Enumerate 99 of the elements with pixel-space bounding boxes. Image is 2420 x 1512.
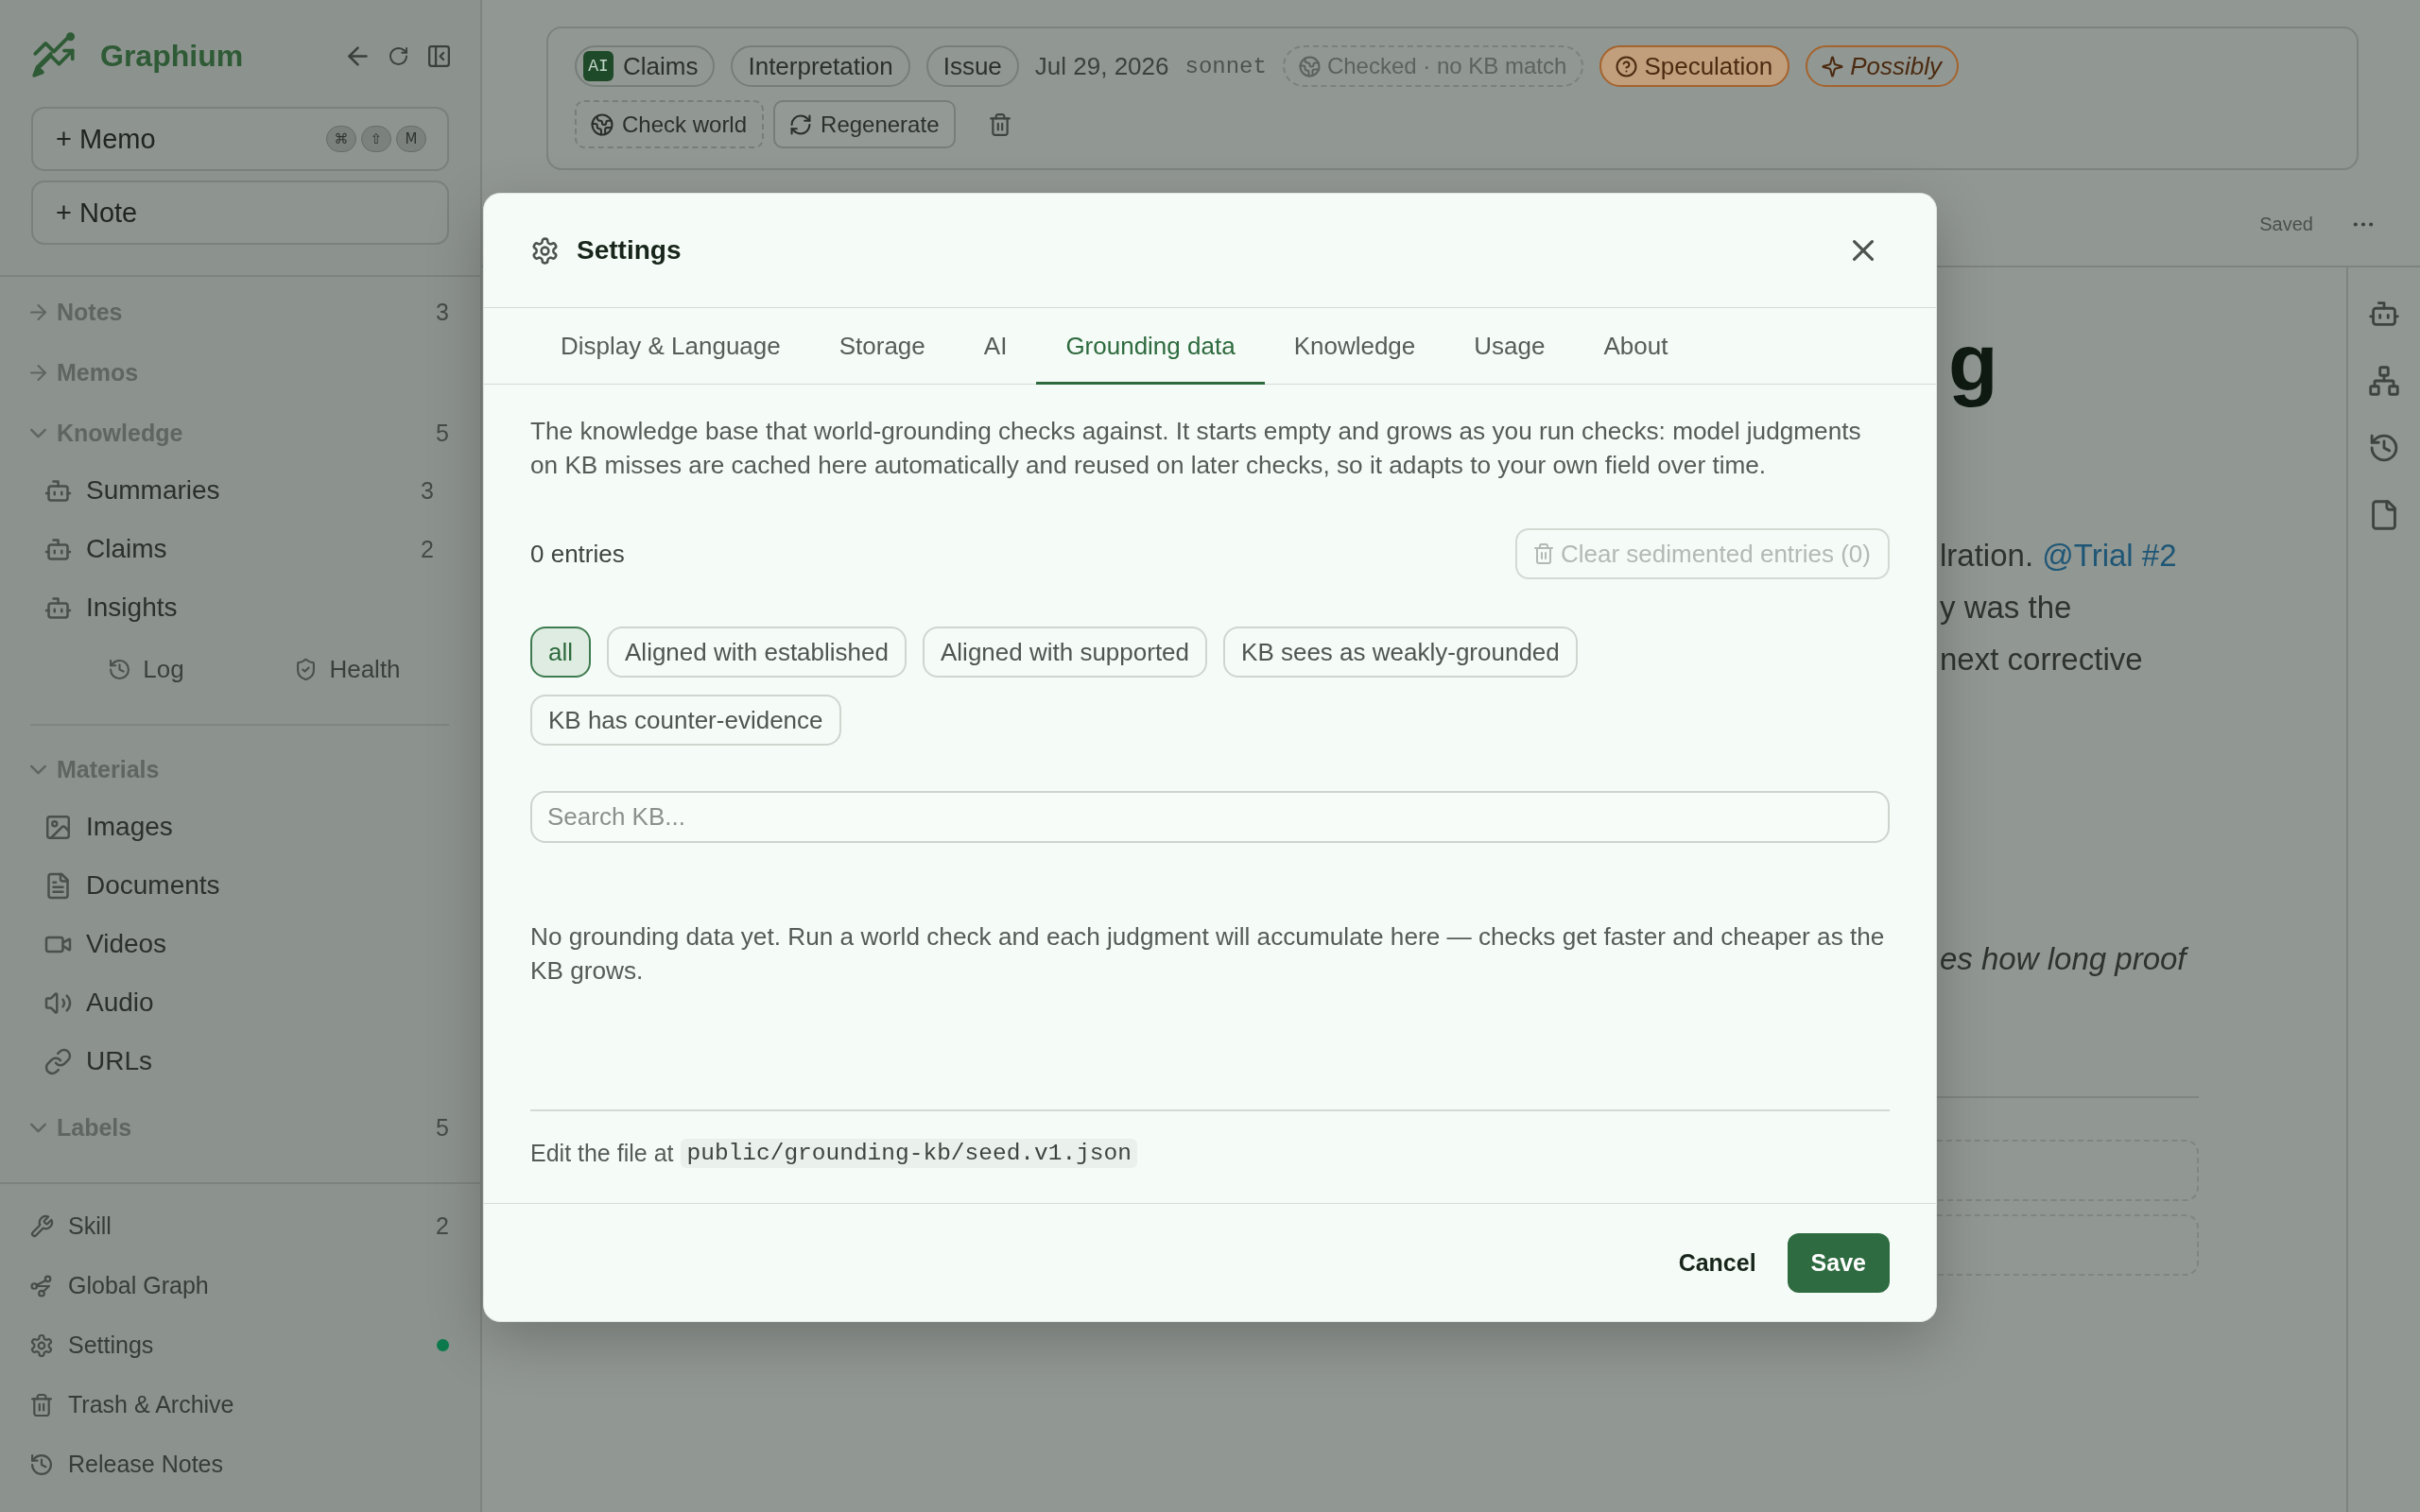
mention-link[interactable]: @Trial #2 xyxy=(2042,538,2177,573)
refresh-icon xyxy=(790,113,812,135)
nav-item[interactable]: Audio xyxy=(86,988,154,1018)
settings-tab[interactable]: Storage xyxy=(809,308,955,385)
check-world-button[interactable]: Check world xyxy=(575,100,765,148)
filter-chip[interactable]: Aligned with established xyxy=(607,627,907,678)
robot-icon xyxy=(46,595,70,620)
shield-check-icon xyxy=(296,659,317,679)
globe-icon xyxy=(592,113,613,135)
nav-item[interactable]: Documents xyxy=(86,870,220,901)
trash-icon[interactable] xyxy=(990,112,1011,136)
sparkle-icon xyxy=(1823,56,1843,77)
nav-item[interactable]: Images xyxy=(86,812,173,842)
filter-chip[interactable]: all xyxy=(530,627,591,678)
tag-chip[interactable]: Interpretation xyxy=(731,45,910,87)
nav-link[interactable]: Log xyxy=(143,654,184,684)
chip-label: Possibly xyxy=(1850,51,1943,81)
settings-tab[interactable]: Grounding data xyxy=(1036,308,1265,385)
trash-icon xyxy=(1533,543,1553,564)
search-field[interactable]: Search KB... xyxy=(530,791,1890,843)
empty-state-text: No grounding data yet. Run a world check and each judgment will accumulate here — checks get faster and cheaper as the KB grows. xyxy=(530,921,1886,987)
settings-tab[interactable]: Display & Language xyxy=(531,308,810,385)
settings-icon xyxy=(532,237,558,264)
history-icon xyxy=(110,659,130,679)
history-icon xyxy=(31,1453,52,1475)
globe-icon xyxy=(1299,56,1320,77)
arrow-right-icon[interactable] xyxy=(30,303,46,320)
settings-tab[interactable]: About xyxy=(1574,308,1698,385)
date-text: Jul 29, 2026 xyxy=(1034,51,1169,81)
nav-item[interactable]: Trash & Archive xyxy=(68,1391,234,1418)
paragraph-text: y was the xyxy=(1939,589,2073,627)
nodes-icon xyxy=(31,1275,52,1297)
shortcut-key: ⌘ xyxy=(326,126,356,152)
item-count: 3 xyxy=(421,476,434,505)
nav-link[interactable]: Health xyxy=(329,654,401,684)
settings-tab[interactable]: Usage xyxy=(1444,308,1575,385)
paragraph-text: next corrective xyxy=(1939,641,2144,679)
ai-badge: AI xyxy=(583,51,614,81)
logo-icon xyxy=(32,34,76,77)
nav-item[interactable]: Release Notes xyxy=(68,1451,223,1478)
speaker-icon xyxy=(46,990,70,1015)
chip-label: Speculation xyxy=(1644,51,1773,81)
file-icon[interactable] xyxy=(2370,501,2398,529)
description-text: The knowledge base that world-grounding checks against. It starts empty and grows as you run checks: model judgments on KB misses are cached here automatically and reused on later checks, so it adapts to your own field over time. xyxy=(530,416,1862,481)
hierarchy-icon[interactable] xyxy=(2370,367,2398,395)
item-count: 5 xyxy=(436,1113,449,1142)
settings-tab[interactable]: Knowledge xyxy=(1264,308,1445,385)
dialog-title: Settings xyxy=(577,235,682,266)
entry-count: 0 entries xyxy=(530,539,625,569)
shortcut-key: ⇧ xyxy=(361,126,391,152)
cancel-button[interactable]: Cancel xyxy=(1663,1232,1772,1293)
image-icon xyxy=(46,815,70,839)
nav-item[interactable]: Skill xyxy=(68,1212,112,1240)
paragraph-text: lration. @Trial #2 xyxy=(1939,537,2178,575)
nav-item[interactable]: Settings xyxy=(68,1332,154,1359)
wrench-icon xyxy=(31,1215,52,1237)
link-icon xyxy=(46,1049,70,1074)
nav-item[interactable]: Insights xyxy=(86,593,178,623)
create-button[interactable]: + Memo ⌘ ⇧ M xyxy=(31,107,449,171)
app-name: Graphium xyxy=(100,38,244,74)
question-circle-icon xyxy=(1616,56,1637,77)
more-options-icon[interactable] xyxy=(2351,221,2376,228)
note-heading: g xyxy=(1948,316,1999,409)
save-button[interactable]: Save xyxy=(1787,1232,1890,1293)
trash-icon xyxy=(31,1394,52,1416)
nav-item[interactable]: Summaries xyxy=(86,475,220,506)
settings-tab[interactable]: AI xyxy=(954,308,1037,385)
close-icon[interactable] xyxy=(1853,240,1874,261)
create-button[interactable]: + Note xyxy=(31,180,449,245)
item-count: 5 xyxy=(436,419,449,447)
paragraph-text: es how long proof xyxy=(1939,940,2189,978)
nav-item[interactable]: Claims xyxy=(86,534,167,564)
item-count: 2 xyxy=(436,1212,449,1240)
arrow-right-icon[interactable] xyxy=(30,364,46,381)
history-icon[interactable] xyxy=(2370,434,2398,462)
nav-item[interactable]: Videos xyxy=(86,929,167,959)
filter-chip[interactable]: KB has counter-evidence xyxy=(530,695,841,746)
robot-icon xyxy=(46,537,70,561)
regenerate-button[interactable]: Regenerate xyxy=(773,100,957,148)
shortcut-key: M xyxy=(396,126,426,152)
file-note-text: Edit the file at xyxy=(530,1139,674,1167)
tag-chip[interactable]: Issue xyxy=(925,45,1019,87)
refresh-icon[interactable] xyxy=(389,46,407,65)
settings-icon xyxy=(31,1334,52,1356)
category-chip[interactable]: AI Claims xyxy=(575,45,716,87)
chip-label: Claims xyxy=(623,51,699,81)
robot-icon[interactable] xyxy=(2370,300,2398,328)
nav-item[interactable]: URLs xyxy=(86,1046,152,1076)
filter-chip[interactable]: KB sees as weakly-grounded xyxy=(1223,627,1578,678)
item-count: 3 xyxy=(436,298,449,326)
item-count: 2 xyxy=(421,535,434,563)
robot-icon xyxy=(46,478,70,503)
save-status: Saved xyxy=(2259,214,2313,235)
file-path: public/grounding-kb/seed.v1.json xyxy=(681,1138,1137,1168)
collapse-sidebar-icon[interactable] xyxy=(428,44,450,67)
model-name: sonnet xyxy=(1184,53,1267,79)
filter-chip[interactable]: Aligned with supported xyxy=(923,627,1208,678)
nav-item[interactable]: Global Graph xyxy=(68,1272,209,1299)
document-icon xyxy=(46,873,70,898)
